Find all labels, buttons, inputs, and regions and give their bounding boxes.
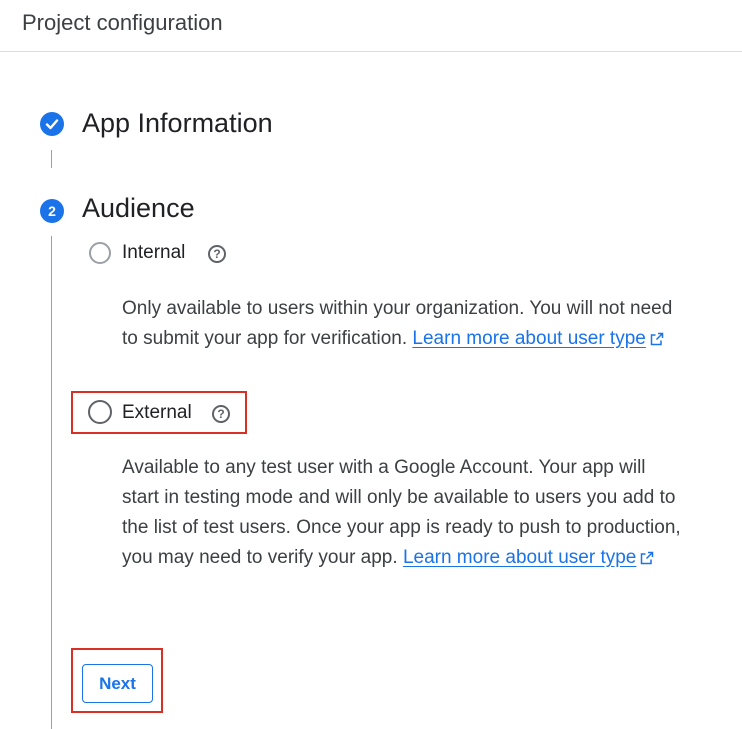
internal-radio[interactable] (89, 242, 111, 264)
step-connector-line (51, 150, 52, 168)
page-header: Project configuration (0, 0, 742, 52)
external-link-icon[interactable] (640, 551, 654, 565)
external-radio[interactable] (88, 400, 112, 424)
step-number-badge: 2 (40, 199, 64, 223)
project-configuration-page: Project configuration App Information 2 … (0, 0, 742, 729)
next-button[interactable]: Next (82, 664, 153, 703)
step-title-audience: Audience (82, 193, 195, 223)
internal-label[interactable]: Internal (122, 242, 185, 264)
internal-help-icon[interactable]: ? (208, 245, 226, 263)
external-description: Available to any test user with a Google… (122, 453, 687, 573)
external-link-icon[interactable] (650, 332, 664, 346)
check-icon (45, 119, 59, 130)
internal-learn-more-link[interactable]: Learn more about user type (412, 328, 645, 349)
internal-description: Only available to users within your orga… (122, 294, 692, 354)
step-content-line (51, 236, 52, 729)
step-completed-check-icon (40, 112, 64, 136)
page-title: Project configuration (22, 10, 223, 35)
external-label[interactable]: External (122, 402, 192, 424)
external-help-icon[interactable]: ? (212, 405, 230, 423)
step-title-app-information[interactable]: App Information (82, 108, 273, 139)
external-learn-more-link[interactable]: Learn more about user type (403, 547, 636, 568)
step-number: 2 (48, 203, 56, 219)
